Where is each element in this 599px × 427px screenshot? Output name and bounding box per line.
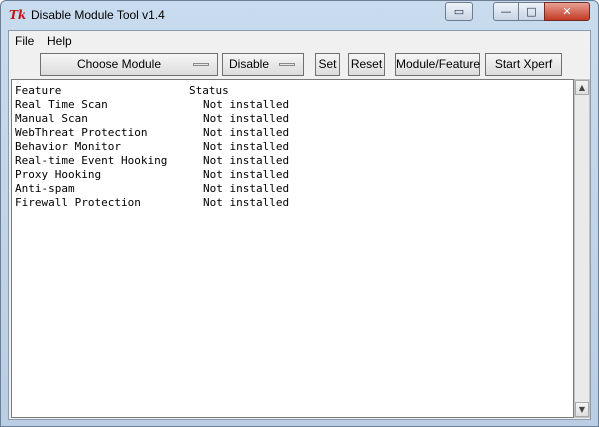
- row-feature: Manual Scan: [15, 112, 88, 125]
- close-button[interactable]: ✕: [544, 2, 590, 21]
- reset-button[interactable]: Reset: [348, 53, 385, 76]
- client-area: File Help Choose Module Disable Set Rese…: [8, 30, 591, 420]
- choose-module-label: Choose Module: [76, 57, 162, 71]
- menubutton-indicator-icon: [279, 63, 295, 66]
- module-feature-button[interactable]: Module/Feature: [395, 53, 480, 76]
- row-status: Not installed: [203, 98, 290, 111]
- scroll-down-arrow-icon[interactable]: ▼: [575, 402, 589, 417]
- app-window: Tk Disable Module Tool v1.4 ▭ — □ ✕ File…: [0, 0, 599, 427]
- tk-feather-icon: Tk: [9, 8, 27, 22]
- action-label: Disable: [228, 57, 270, 71]
- row-feature: Proxy Hooking: [15, 168, 102, 181]
- menu-bar: File Help: [9, 31, 590, 51]
- row-status: Not installed: [203, 154, 290, 167]
- row-feature: Real-time Event Hooking: [15, 154, 168, 167]
- row-status: Not installed: [203, 126, 290, 139]
- menu-file[interactable]: File: [15, 34, 34, 48]
- row-feature: Firewall Protection: [15, 196, 141, 209]
- menubutton-indicator-icon: [193, 63, 209, 66]
- start-xperf-button[interactable]: Start Xperf: [485, 53, 562, 76]
- action-menubutton[interactable]: Disable: [222, 53, 304, 76]
- title-bar[interactable]: Tk Disable Module Tool v1.4 ▭ — □ ✕: [1, 1, 598, 30]
- row-feature: WebThreat Protection: [15, 126, 148, 139]
- set-button[interactable]: Set: [315, 53, 340, 76]
- row-feature: Behavior Monitor: [15, 140, 121, 153]
- row-feature: Anti-spam: [15, 182, 75, 195]
- row-status: Not installed: [203, 168, 290, 181]
- window-title: Disable Module Tool v1.4: [31, 8, 165, 22]
- choose-module-menubutton[interactable]: Choose Module: [40, 53, 218, 76]
- row-feature: Real Time Scan: [15, 98, 108, 111]
- window-extra-icon[interactable]: ▭: [445, 2, 473, 21]
- row-status: Not installed: [203, 112, 290, 125]
- header-status: Status: [189, 84, 229, 97]
- feature-status-text-area[interactable]: Feature Status Real Time Scan Not instal…: [11, 79, 574, 418]
- header-feature: Feature: [15, 84, 62, 97]
- scroll-up-arrow-icon[interactable]: ▲: [575, 80, 589, 95]
- row-status: Not installed: [203, 196, 290, 209]
- minimize-button[interactable]: —: [493, 2, 519, 21]
- row-status: Not installed: [203, 140, 290, 153]
- row-status: Not installed: [203, 182, 290, 195]
- maximize-button[interactable]: □: [518, 2, 545, 21]
- menu-help[interactable]: Help: [47, 34, 72, 48]
- toolbar: Choose Module Disable Set Reset Module/F…: [9, 51, 590, 79]
- vertical-scrollbar[interactable]: ▲ ▼: [574, 79, 590, 418]
